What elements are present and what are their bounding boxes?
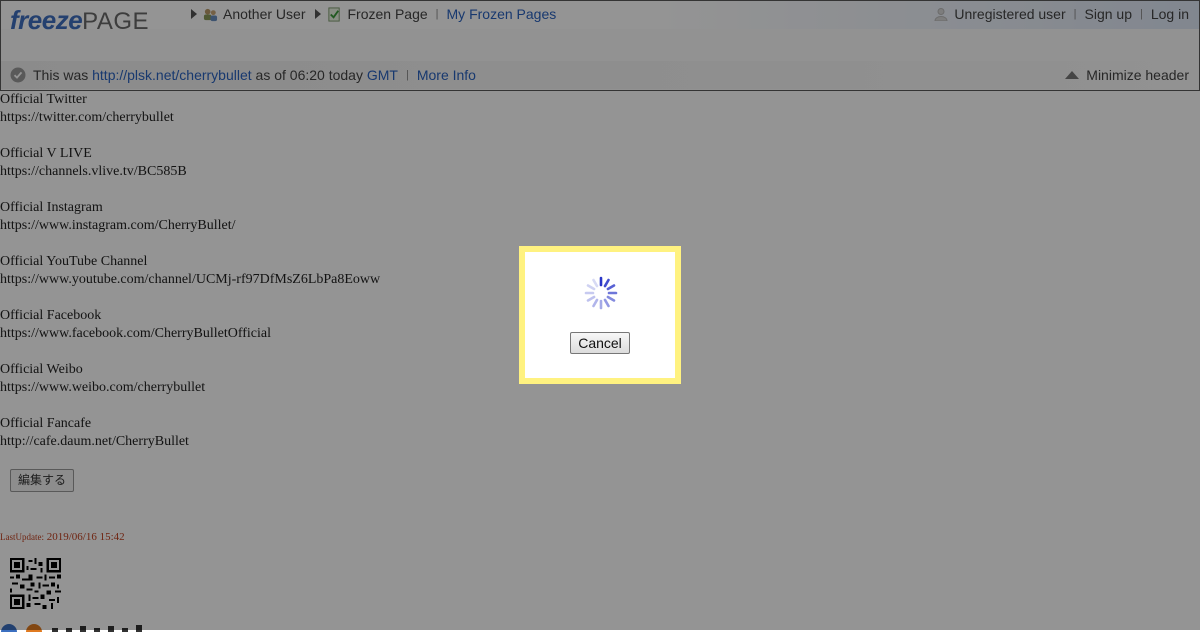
loading-dialog: Cancel <box>519 246 681 384</box>
cancel-button[interactable]: Cancel <box>570 332 630 354</box>
loading-spinner-icon <box>584 276 618 310</box>
